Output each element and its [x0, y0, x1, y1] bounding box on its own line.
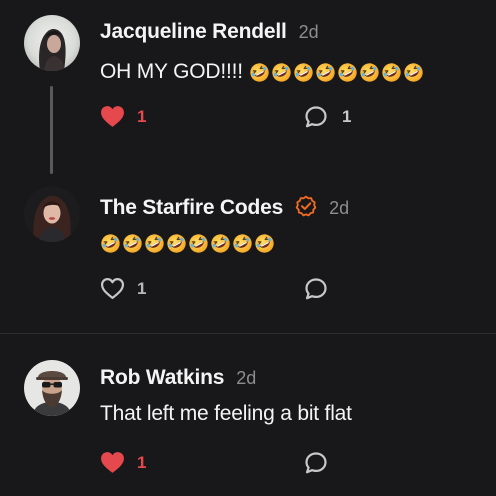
- like-button[interactable]: 1: [100, 105, 146, 128]
- rolling-laughing-emoji: [294, 63, 313, 82]
- comment-text-content: That left me feeling a bit flat: [100, 402, 352, 425]
- verified-check-icon: [295, 195, 317, 217]
- emoji-row: [100, 233, 275, 254]
- speech-bubble-icon: [305, 106, 327, 128]
- heart-icon: [101, 452, 124, 473]
- timestamp[interactable]: 2d: [299, 22, 319, 43]
- emoji-row: [249, 62, 424, 83]
- rolling-laughing-emoji: [145, 234, 164, 253]
- comment-header: Jacqueline Rendell 2d: [100, 20, 319, 44]
- rolling-laughing-emoji: [123, 234, 142, 253]
- comment-text: That left me feeling a bit flat: [100, 402, 352, 426]
- reply-button[interactable]: 1: [304, 105, 351, 129]
- avatar[interactable]: [24, 186, 80, 242]
- heart-icon: [101, 106, 124, 127]
- avatar[interactable]: [24, 360, 80, 416]
- author-name[interactable]: The Starfire Codes: [100, 196, 283, 220]
- comment-header: Rob Watkins 2d: [100, 366, 256, 390]
- reply-button[interactable]: [304, 277, 342, 301]
- speech-bubble-icon: [305, 278, 327, 300]
- comment-actions: 1: [100, 277, 496, 303]
- comment-text: [100, 231, 275, 255]
- comment-text: OH MY GOD!!!!: [100, 60, 424, 84]
- like-count: 1: [137, 278, 147, 298]
- rolling-laughing-emoji: [360, 63, 379, 82]
- comment-thread: Jacqueline Rendell 2d OH MY GOD!!!! 1 1: [0, 0, 496, 496]
- timestamp[interactable]: 2d: [236, 368, 256, 389]
- rolling-laughing-emoji: [189, 234, 208, 253]
- author-name[interactable]: Jacqueline Rendell: [100, 20, 287, 44]
- like-button[interactable]: 1: [100, 451, 146, 474]
- like-button[interactable]: 1: [100, 277, 146, 300]
- comment-actions: 1: [100, 451, 496, 477]
- like-count: 1: [137, 106, 147, 126]
- like-count: 1: [137, 452, 147, 472]
- rolling-laughing-emoji: [338, 63, 357, 82]
- comment-text-content: OH MY GOD!!!!: [100, 60, 243, 83]
- comment-actions: 1 1: [100, 105, 496, 131]
- avatar[interactable]: [24, 15, 80, 71]
- rolling-laughing-emoji: [101, 234, 120, 253]
- rolling-laughing-emoji: [382, 63, 401, 82]
- rolling-laughing-emoji: [404, 63, 423, 82]
- speech-bubble-icon: [305, 452, 327, 474]
- rolling-laughing-emoji: [250, 63, 269, 82]
- reply-button[interactable]: [304, 451, 342, 475]
- comment-header: The Starfire Codes 2d: [100, 192, 349, 220]
- rolling-laughing-emoji: [272, 63, 291, 82]
- heart-icon: [100, 278, 125, 299]
- divider: [0, 333, 496, 334]
- rolling-laughing-emoji: [211, 234, 230, 253]
- rolling-laughing-emoji: [255, 234, 274, 253]
- rolling-laughing-emoji: [233, 234, 252, 253]
- author-name[interactable]: Rob Watkins: [100, 366, 224, 390]
- thread-connector-line: [50, 86, 53, 174]
- rolling-laughing-emoji: [316, 63, 335, 82]
- rolling-laughing-emoji: [167, 234, 186, 253]
- reply-count: 1: [342, 107, 352, 126]
- timestamp[interactable]: 2d: [329, 198, 349, 219]
